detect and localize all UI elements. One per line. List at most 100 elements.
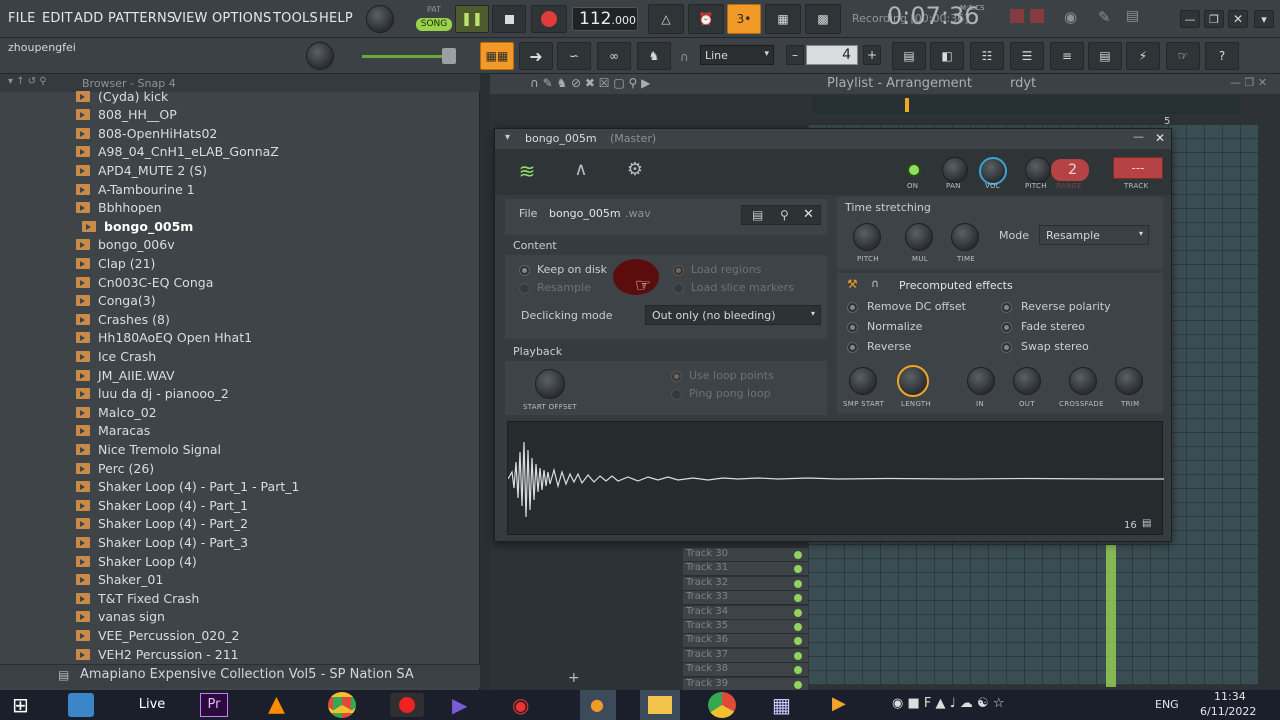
vlc-icon[interactable]: ▲ <box>268 692 285 717</box>
browser-item[interactable]: luu da dj - pianooo_2 <box>76 385 229 403</box>
browser-item[interactable]: Shaker Loop (4) - Part_2 <box>76 515 248 533</box>
browser-nav-icons[interactable]: ▾ ↑ ↺ ⚲ <box>8 76 47 87</box>
pitch-knob[interactable] <box>1025 157 1051 183</box>
menu-help[interactable]: HELP <box>319 11 353 26</box>
playlist-tool-icons[interactable]: ∩ ✎ ♞ ⊘ ✖ ☒ ▢ ⚲ ▶ <box>530 76 650 90</box>
playlist-scroll-overview[interactable] <box>812 96 1240 114</box>
countdown-button[interactable]: 3• <box>727 4 761 34</box>
track-mute-led[interactable] <box>794 666 802 675</box>
ts-pitch-knob[interactable] <box>853 223 881 251</box>
browser-item[interactable]: Perc (26) <box>76 459 154 477</box>
browser-footer-path[interactable]: Amapiano Expensive Collection Vol5 - SP … <box>80 667 414 682</box>
browser-item[interactable]: T&T Fixed Crash <box>76 589 199 607</box>
track-header[interactable]: Track 38 <box>683 663 808 678</box>
browser-item[interactable]: (Cyda) kick <box>76 87 168 105</box>
smp-start-knob[interactable] <box>849 367 877 395</box>
pin-icon[interactable]: ⚲ <box>780 208 789 222</box>
track-header[interactable]: Track 32 <box>683 576 808 591</box>
browser-item[interactable]: Shaker Loop (4) - Part_1 <box>76 496 248 514</box>
add-track-plus-icon[interactable]: + <box>568 670 580 686</box>
playlist-pattern[interactable]: rdyt <box>1010 76 1036 91</box>
track-mute-led[interactable] <box>794 594 802 603</box>
browser-item[interactable]: Bbhhopen <box>76 199 162 217</box>
use-loop-points-toggle[interactable] <box>671 371 682 382</box>
declicking-mode-select[interactable]: Out only (no bleeding) ▾ <box>645 305 821 325</box>
close-app-button[interactable]: ✕ <box>1228 10 1248 28</box>
browser-scrollbar[interactable] <box>480 74 490 690</box>
app-menu-button[interactable]: ▾ <box>1254 10 1274 28</box>
remove-dc-toggle[interactable] <box>847 302 858 313</box>
browser-item[interactable]: Crashes (8) <box>76 310 170 328</box>
piano-roll-window-button[interactable]: ◧ <box>930 42 964 70</box>
channel-on-led[interactable] <box>907 163 921 177</box>
menu-view[interactable]: VIEW <box>173 11 208 26</box>
arrow-tool-button[interactable]: ➜ <box>519 42 553 70</box>
track-mute-led[interactable] <box>794 623 802 631</box>
browser-item[interactable]: VEE_Percussion_020_2 <box>76 626 239 644</box>
record-button[interactable] <box>531 5 567 33</box>
play-button[interactable]: ❚❚ <box>455 5 489 33</box>
menu-tools[interactable]: TOOLS <box>273 11 318 26</box>
menu-file[interactable]: FILE <box>8 11 36 26</box>
taskbar-live-icon[interactable]: Live <box>135 693 169 717</box>
language-indicator[interactable]: ENG <box>1155 698 1179 711</box>
wrench-tab-icon[interactable]: ⚙ <box>617 159 653 183</box>
ping-pong-loop-toggle[interactable] <box>671 389 682 400</box>
folder-icon[interactable]: ▤ <box>1142 518 1151 529</box>
plugin-database-button[interactable]: ⚡ <box>1126 42 1160 70</box>
normalize-toggle[interactable] <box>847 322 858 333</box>
browser-item[interactable]: Conga(3) <box>76 292 156 310</box>
resample-toggle[interactable] <box>519 283 530 294</box>
wait-input-button[interactable]: ⏰ <box>688 4 724 34</box>
browser-item[interactable]: Maracas <box>76 422 150 440</box>
in-knob[interactable] <box>967 367 995 395</box>
track-header[interactable]: Track 36 <box>683 634 808 649</box>
menu-edit[interactable]: EDIT <box>42 11 73 26</box>
mixer-track-select[interactable]: --- <box>1113 157 1163 179</box>
browser-item[interactable]: bongo_006v <box>76 236 175 254</box>
windows-start-icon[interactable]: ⊞ <box>12 693 42 717</box>
browser-item[interactable]: JM_AIIE.WAV <box>76 366 175 384</box>
chevron-down-icon[interactable]: ▾ <box>505 132 510 143</box>
master-volume-knob[interactable] <box>366 5 394 33</box>
minimize-button[interactable]: — <box>1180 10 1200 28</box>
playlist-button[interactable]: ▤ <box>892 42 926 70</box>
close-icon[interactable]: ✕ <box>803 207 814 222</box>
browser-item[interactable]: 808_HH__OP <box>76 106 177 124</box>
waveform-tab-icon[interactable]: ≋ <box>509 159 545 183</box>
snap-select[interactable]: Line ▾ <box>700 45 774 65</box>
help-button[interactable]: ? <box>1205 42 1239 70</box>
maximize-button[interactable]: ❐ <box>1204 10 1224 28</box>
close-icon[interactable]: ✕ <box>1155 131 1165 145</box>
envelope-tab-icon[interactable]: ∧ <box>563 159 599 183</box>
browser-item[interactable]: Hh180AoEQ Open Hhat1 <box>76 329 252 347</box>
draw-tool-button[interactable]: ∽ <box>557 42 591 70</box>
reverse-polarity-toggle[interactable] <box>1001 302 1012 313</box>
menu-add[interactable]: ADD <box>74 11 104 26</box>
stop-button[interactable] <box>492 5 526 33</box>
browser-item[interactable]: Cn003C-EQ Conga <box>76 273 213 291</box>
out-knob[interactable] <box>1013 367 1041 395</box>
browser-item[interactable]: Nice Tremolo Signal <box>76 440 221 458</box>
browser-item[interactable]: APD4_MUTE 2 (S) <box>76 161 207 179</box>
track-mute-led[interactable] <box>794 651 802 660</box>
ts-mul-knob[interactable] <box>905 223 933 251</box>
browser-item[interactable]: 808-OpenHiHats02 <box>76 124 217 142</box>
crossfade-knob[interactable] <box>1069 367 1097 395</box>
menu-patterns[interactable]: PATTERNS <box>108 11 175 26</box>
lock-icon[interactable]: ∩ <box>871 277 879 290</box>
menu-options[interactable]: OPTIONS <box>212 11 271 26</box>
folder-open-icon[interactable]: ▤ <box>752 208 763 222</box>
browser-item[interactable]: A98_04_CnH1_eLAB_GonnaZ <box>76 143 279 161</box>
master-volume-handle[interactable] <box>442 48 456 64</box>
antivirus-icon[interactable]: ◉ <box>512 693 529 717</box>
browser-item[interactable]: Shaker Loop (4) - Part_1 - Part_1 <box>76 478 299 496</box>
clock-date[interactable]: 6/11/2022 <box>1200 705 1256 718</box>
step-value-field[interactable]: 4 <box>806 45 858 65</box>
wrench-icon[interactable]: ⚒ <box>847 277 858 291</box>
tempo-tapper-button[interactable]: ☞ <box>1166 42 1200 70</box>
file-name[interactable]: bongo_005m <box>549 207 621 220</box>
pat-label[interactable]: PAT <box>416 5 452 17</box>
channel-rack-button[interactable]: ☷ <box>970 42 1004 70</box>
tray-icons[interactable]: ◉ ■ F ▲ ♩ ☁ ☯ ☆ <box>892 696 1004 711</box>
